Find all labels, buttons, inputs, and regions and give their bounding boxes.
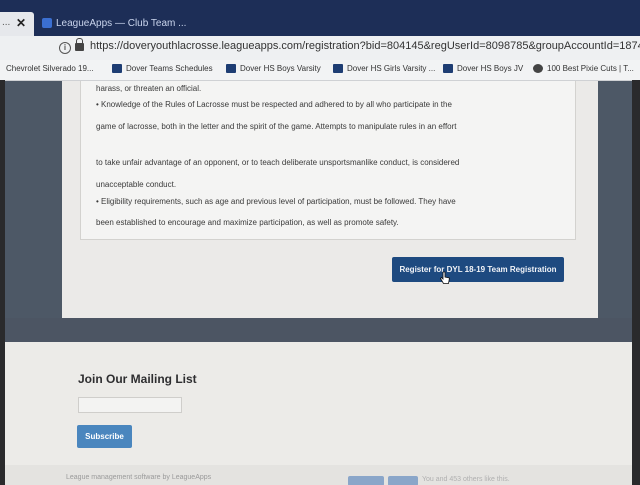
- tab-previous-title: ...: [2, 17, 11, 28]
- tab-bar: ... ✕ LeagueApps — Club Team ...: [0, 0, 640, 36]
- hand-cursor-icon: [440, 271, 450, 284]
- footer-text: League management software by LeagueApps: [66, 474, 212, 481]
- conduct-text-line: to take unfair advantage of an opponent,…: [96, 158, 460, 167]
- social-like-text: You and 453 others like this.: [422, 476, 510, 483]
- bookmark-chevrolet[interactable]: Chevrolet Silverado 19...: [6, 64, 94, 73]
- share-button[interactable]: [388, 476, 418, 485]
- conduct-text-line: • Knowledge of the Rules of Lacrosse mus…: [96, 100, 452, 109]
- tab-active-title: LeagueApps — Club Team ...: [56, 18, 187, 29]
- mailing-list-title: Join Our Mailing List: [78, 372, 197, 386]
- bookmark-label: Dover Teams Schedules: [126, 64, 213, 73]
- mailing-section: [0, 342, 640, 485]
- tab-active[interactable]: LeagueApps — Club Team ...: [38, 12, 186, 36]
- tab-previous[interactable]: ... ✕: [0, 12, 34, 36]
- bookmark-label: Dover HS Girls Varsity ...: [347, 64, 436, 73]
- email-field[interactable]: [78, 397, 182, 413]
- bookmark-pixie-cuts[interactable]: 100 Best Pixie Cuts | T...: [533, 64, 634, 73]
- conduct-text-line: game of lacrosse, both in the letter and…: [96, 122, 457, 131]
- bookmark-icon: [112, 64, 122, 73]
- url-text[interactable]: https://doveryouthlacrosse.leagueapps.co…: [90, 40, 640, 52]
- leagueapps-favicon-icon: [42, 18, 52, 28]
- bookmark-label: 100 Best Pixie Cuts | T...: [547, 64, 634, 73]
- screen-bezel-right: [632, 80, 640, 485]
- page-side-left: [0, 81, 62, 341]
- conduct-text-line: been established to encourage and maximi…: [96, 218, 399, 227]
- lock-icon[interactable]: [75, 38, 84, 51]
- bookmark-dover-hs-boys-varsity[interactable]: Dover HS Boys Varsity: [226, 64, 321, 73]
- bookmark-label: Chevrolet Silverado 19...: [6, 64, 94, 73]
- bookmarks-bar: Chevrolet Silverado 19... Dover Teams Sc…: [0, 60, 640, 81]
- info-icon[interactable]: i: [59, 42, 71, 54]
- bookmark-dover-teams-schedules[interactable]: Dover Teams Schedules: [112, 64, 213, 73]
- bookmark-icon: [333, 64, 343, 73]
- bookmark-dover-hs-boys-jv[interactable]: Dover HS Boys JV: [443, 64, 523, 73]
- bookmark-dover-hs-girls-varsity[interactable]: Dover HS Girls Varsity ...: [333, 64, 435, 73]
- conduct-text-line: • Eligibility requirements, such as age …: [96, 197, 456, 206]
- conduct-text-line: unacceptable conduct.: [96, 180, 177, 189]
- bookmark-icon: [226, 64, 236, 73]
- bookmark-icon: [443, 64, 453, 73]
- section-divider-band: [0, 318, 640, 342]
- browser-window: ... ✕ LeagueApps — Club Team ... i https…: [0, 0, 640, 485]
- register-button[interactable]: Register for DYL 18-19 Team Registration: [392, 257, 564, 282]
- bookmark-label: Dover HS Boys Varsity: [240, 64, 321, 73]
- screen-bezel-left: [0, 80, 5, 485]
- subscribe-button[interactable]: Subscribe: [77, 425, 132, 448]
- like-button[interactable]: [348, 476, 384, 485]
- conduct-text-line: harass, or threaten an official.: [96, 84, 202, 93]
- close-icon[interactable]: ✕: [16, 16, 26, 30]
- bookmark-label: Dover HS Boys JV: [457, 64, 524, 73]
- globe-icon: [533, 64, 543, 73]
